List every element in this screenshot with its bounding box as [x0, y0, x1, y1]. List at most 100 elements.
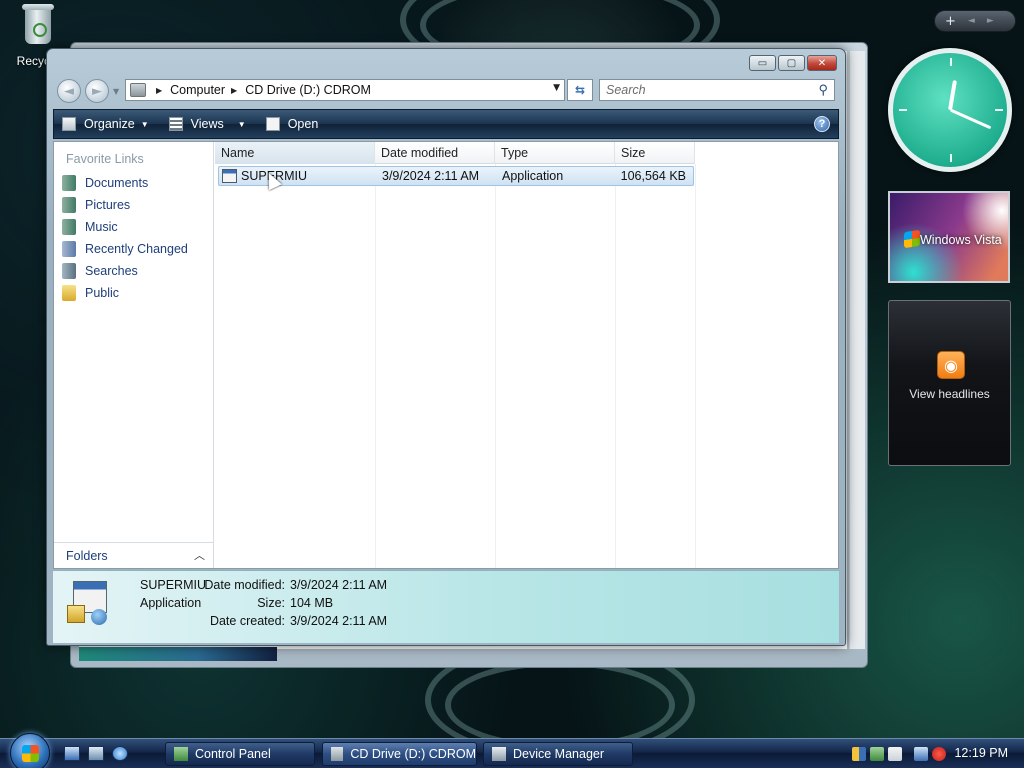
start-button[interactable] — [10, 733, 50, 768]
folders-label: Folders — [66, 548, 108, 563]
link-label: Documents — [85, 176, 149, 190]
file-list: Name Date modified Type Size SUPERMIU 3/… — [215, 142, 838, 568]
file-name-cell: SUPERMIU — [219, 167, 376, 185]
next-page-button[interactable]: ► — [987, 16, 994, 26]
application-icon — [67, 579, 111, 627]
internet-explorer-icon[interactable] — [112, 746, 128, 761]
system-tray: 12:19 PM — [852, 742, 1020, 766]
file-date-cell: 3/9/2024 2:11 AM — [382, 169, 480, 183]
column-name[interactable]: Name — [215, 142, 375, 164]
navigation-pane: Favorite Links Documents Pictures Music … — [54, 142, 214, 568]
task-label: Device Manager — [513, 747, 605, 761]
link-public[interactable]: Public — [62, 282, 188, 304]
task-label: CD Drive (D:) CDROM — [350, 747, 476, 761]
background-window-scrollbar[interactable] — [849, 51, 865, 649]
slideshow-text: Windows Vista — [920, 233, 1002, 247]
open-button[interactable]: Open — [265, 117, 319, 131]
search-placeholder: Search — [606, 83, 646, 97]
switch-windows-icon[interactable] — [88, 746, 104, 761]
safely-remove-icon[interactable] — [870, 747, 884, 761]
favorite-links-title: Favorite Links — [66, 152, 144, 166]
control-panel-icon — [174, 747, 188, 761]
search-input[interactable]: Search ⚲ — [599, 79, 835, 101]
column-divider — [495, 164, 496, 568]
folders-toggle[interactable]: Folders ︿ — [54, 542, 213, 568]
clock-minute-hand — [949, 108, 991, 130]
window-controls: ▭ ▢ ✕ — [749, 55, 837, 71]
explorer-window[interactable]: ▭ ▢ ✕ ◄ ► ▼ ▶ Computer ▶ CD Drive (D:) C… — [46, 48, 846, 646]
views-button[interactable]: Views ▼ — [168, 117, 246, 131]
taskbar-device-manager[interactable]: Device Manager — [483, 742, 633, 766]
link-pictures[interactable]: Pictures — [62, 194, 188, 216]
background-window-strip — [79, 647, 277, 661]
show-desktop-icon[interactable] — [64, 746, 80, 761]
chevron-down-icon: ▼ — [140, 119, 149, 129]
network-icon[interactable] — [914, 747, 928, 761]
link-recently-changed[interactable]: Recently Changed — [62, 238, 188, 260]
refresh-icon: ⇆ — [574, 83, 586, 97]
views-label: Views — [190, 117, 224, 131]
cd-drive-icon — [331, 747, 344, 761]
task-label: Control Panel — [195, 747, 271, 761]
minimize-button[interactable]: ▭ — [749, 55, 776, 71]
recycle-bin-icon — [21, 2, 55, 46]
taskbar-clock[interactable]: 12:19 PM — [954, 746, 1008, 760]
clock-gadget[interactable] — [888, 48, 1012, 172]
back-button[interactable]: ◄ — [57, 79, 81, 103]
address-dropdown-icon[interactable]: ▼ — [553, 83, 560, 93]
column-size[interactable]: Size — [615, 142, 695, 164]
view-headlines-link[interactable]: View headlines — [889, 387, 1010, 401]
back-arrow-icon: ◄ — [64, 83, 74, 99]
open-icon — [265, 117, 280, 131]
file-type-cell: Application — [502, 169, 564, 183]
chevron-up-icon: ︿ — [194, 550, 205, 562]
organize-button[interactable]: Organize ▼ — [62, 117, 149, 131]
breadcrumb-separator-icon: ▶ — [231, 85, 238, 95]
music-icon — [62, 219, 76, 235]
forward-arrow-icon: ► — [92, 83, 102, 99]
details-size: 104 MB — [290, 596, 334, 610]
table-row[interactable]: SUPERMIU 3/9/2024 2:11 AM Application 10… — [218, 166, 694, 186]
device-manager-icon — [492, 747, 506, 761]
pictures-icon — [62, 197, 76, 213]
recent-pages-dropdown[interactable]: ▼ — [113, 87, 119, 96]
link-searches[interactable]: Searches — [62, 260, 188, 282]
open-label: Open — [287, 117, 319, 131]
action-center-icon[interactable] — [888, 747, 902, 761]
previous-page-button[interactable]: ◄ — [968, 16, 975, 26]
security-shield-icon[interactable] — [852, 747, 866, 761]
recently-changed-icon — [62, 241, 76, 257]
maximize-button[interactable]: ▢ — [778, 55, 805, 71]
taskbar: Control Panel CD Drive (D:) CDROM Device… — [0, 733, 1024, 768]
link-music[interactable]: Music — [62, 216, 188, 238]
column-type[interactable]: Type — [495, 142, 615, 164]
column-date-modified[interactable]: Date modified — [375, 142, 495, 164]
details-pane: SUPERMIU Application Date modified: 3/9/… — [53, 570, 839, 643]
slideshow-gadget[interactable]: Windows Vista — [888, 191, 1010, 283]
windows-logo-icon — [904, 229, 920, 249]
breadcrumb-cd-drive[interactable]: CD Drive (D:) CDROM — [245, 83, 371, 97]
details-date-modified: 3/9/2024 2:11 AM — [290, 578, 388, 592]
link-documents[interactable]: Documents — [62, 172, 188, 194]
feed-headlines-gadget[interactable]: ◉ View headlines — [888, 300, 1011, 466]
breadcrumb-separator-icon: ▶ — [156, 85, 163, 95]
link-label: Public — [85, 286, 120, 300]
sidebar-controls: + ◄ ► — [934, 10, 1016, 32]
taskbar-cd-drive[interactable]: CD Drive (D:) CDROM — [322, 742, 477, 766]
folder-icon — [62, 285, 76, 301]
close-button[interactable]: ✕ — [807, 55, 837, 71]
help-icon[interactable]: ? — [814, 116, 830, 132]
volume-muted-icon[interactable] — [932, 747, 946, 761]
taskbar-control-panel[interactable]: Control Panel — [165, 742, 315, 766]
breadcrumb-computer[interactable]: Computer — [170, 83, 225, 97]
favorite-links-list: Documents Pictures Music Recently Change… — [62, 172, 188, 304]
refresh-button[interactable]: ⇆ — [567, 79, 593, 101]
link-label: Music — [85, 220, 118, 234]
search-icon[interactable]: ⚲ — [818, 82, 828, 98]
forward-button[interactable]: ► — [85, 79, 109, 103]
address-bar[interactable]: ▶ Computer ▶ CD Drive (D:) CDROM ▼ — [125, 79, 565, 101]
column-divider — [615, 164, 616, 568]
column-headers: Name Date modified Type Size — [215, 142, 695, 164]
add-gadget-button[interactable]: + — [945, 14, 956, 29]
organize-icon — [62, 117, 76, 131]
